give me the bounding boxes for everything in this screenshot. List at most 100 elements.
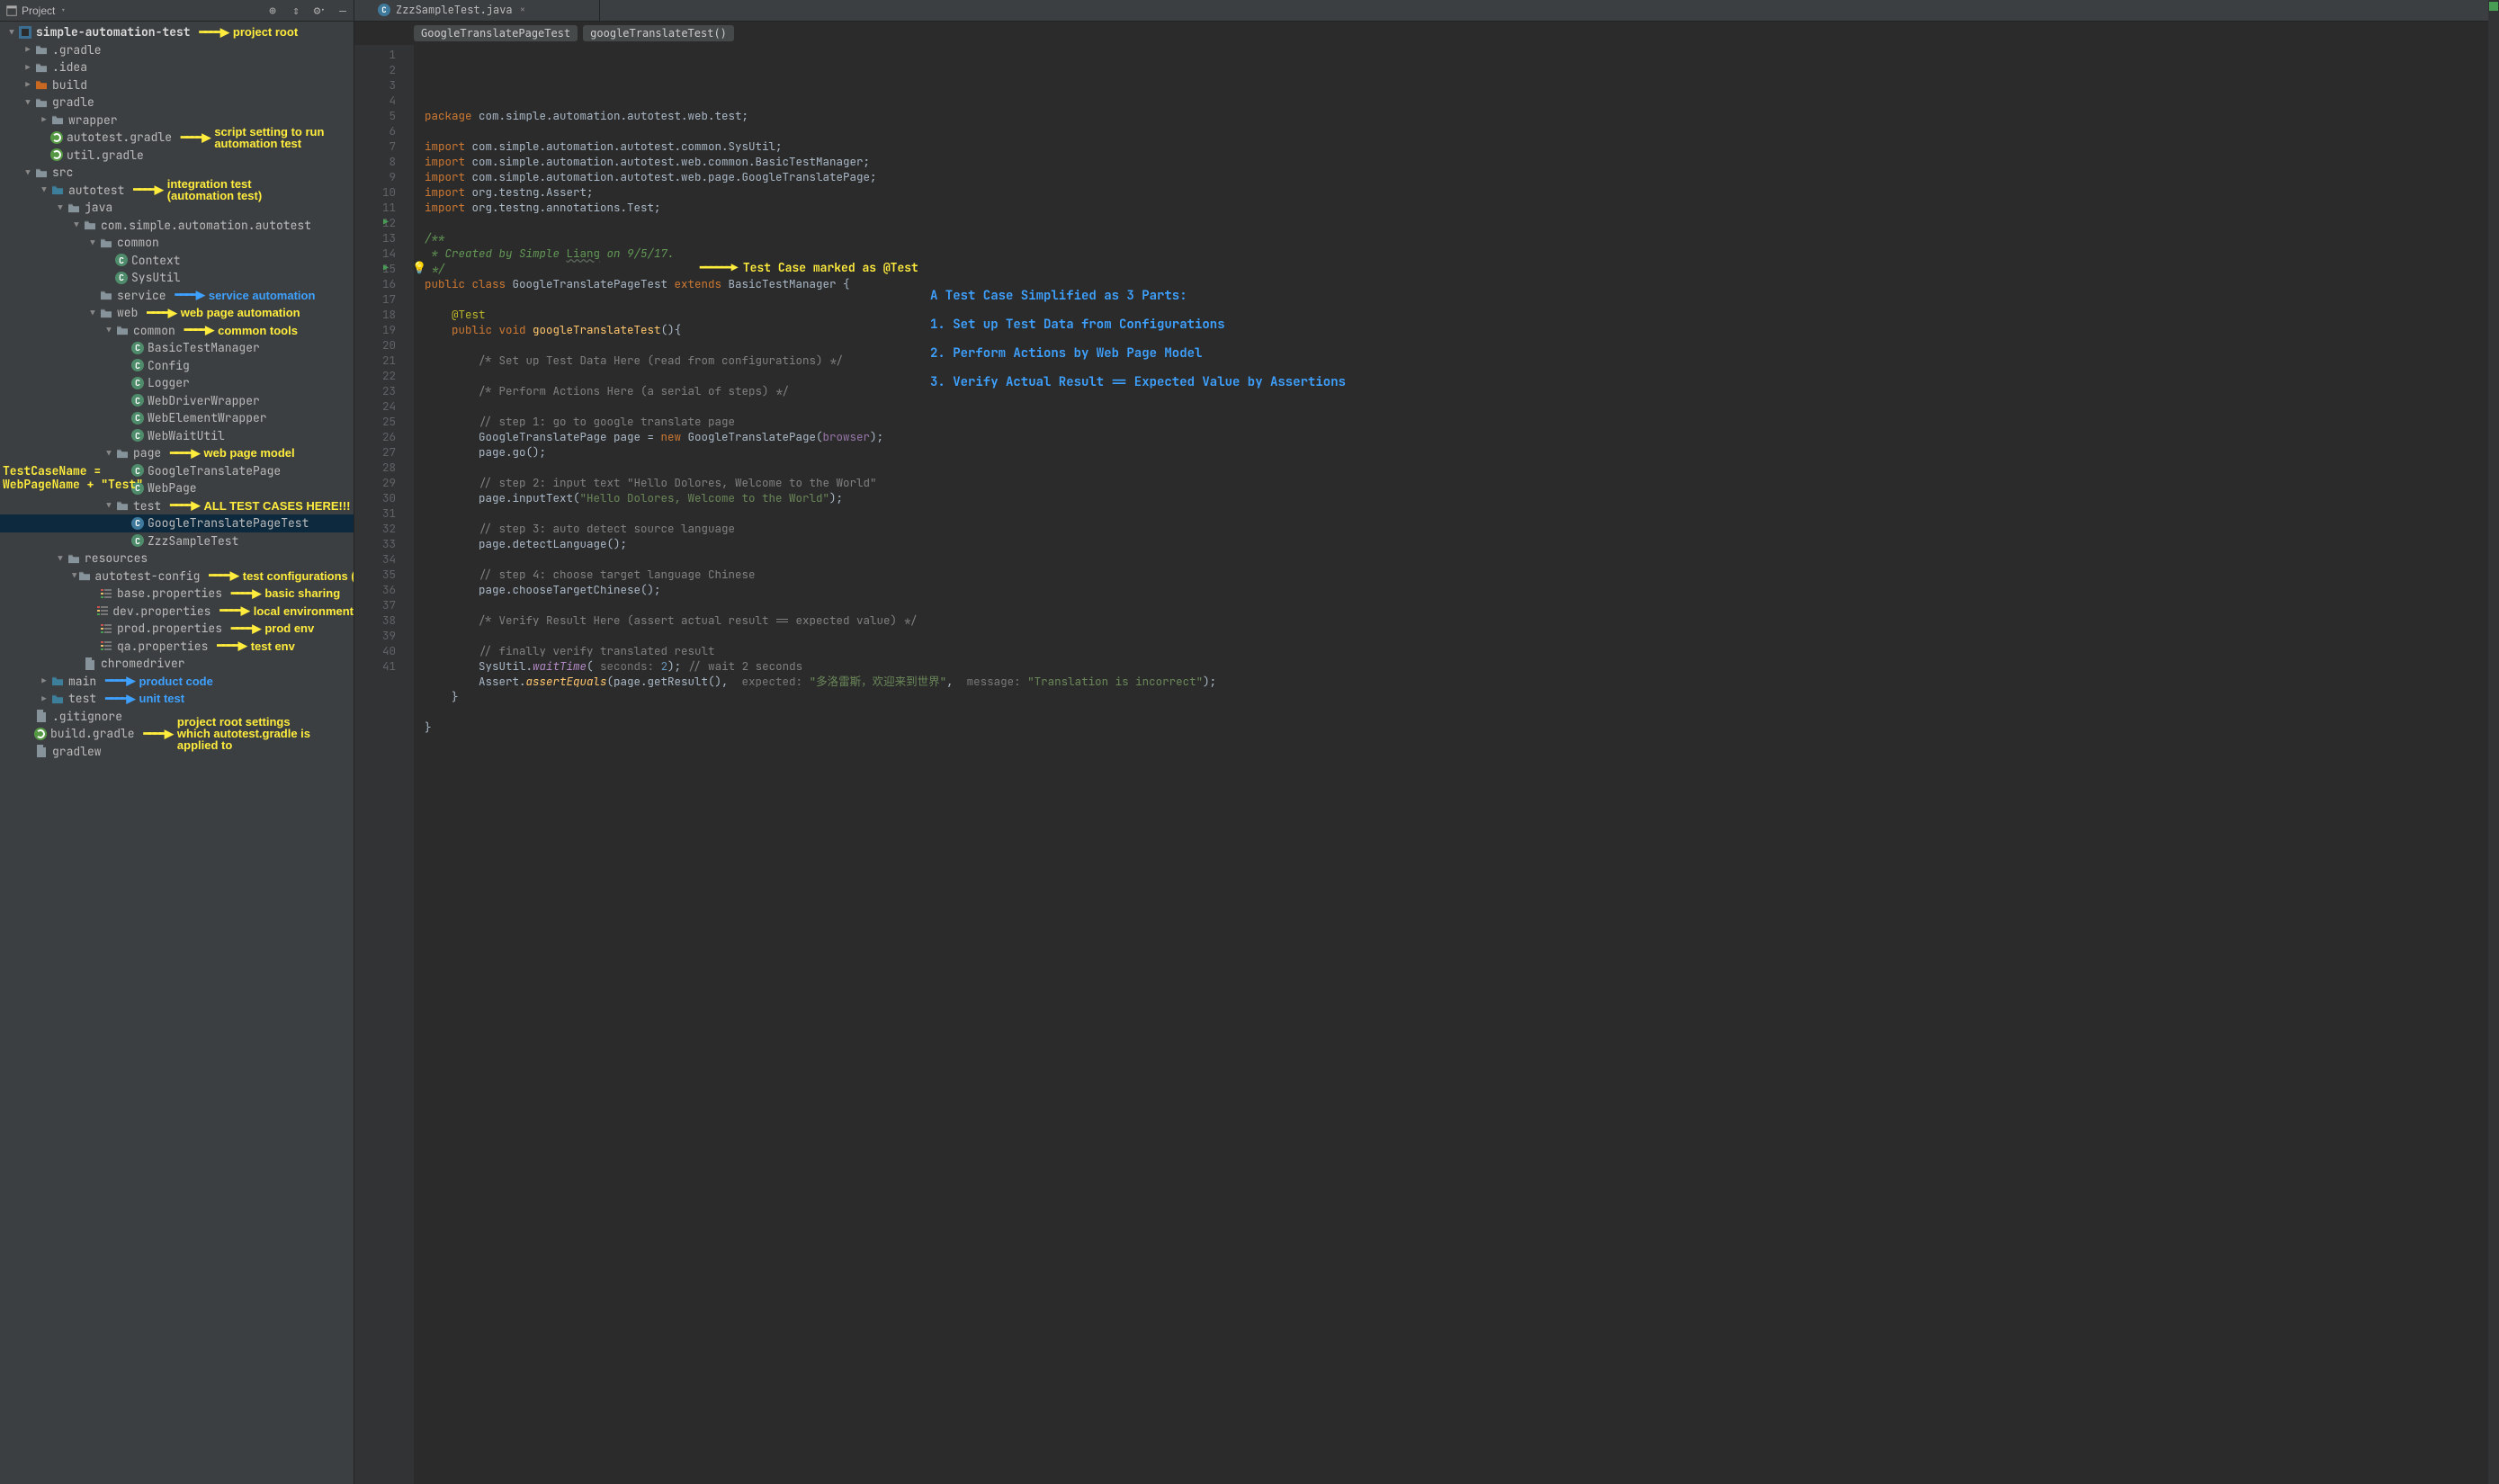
breadcrumb-class[interactable]: GoogleTranslatePageTest [414,25,578,41]
code-text[interactable]: 💡 package com.simple.automation.autotest… [414,45,2499,1484]
tree-item[interactable]: page━━━━▶web page model [0,444,354,462]
tree-item[interactable]: autotest.gradle━━━━▶script setting to ru… [0,129,354,147]
tree-item[interactable]: .gradle [0,41,354,59]
tree-item[interactable]: dev.properties━━━━▶local environment [0,603,354,621]
tree-item[interactable]: chromedriver [0,655,354,673]
folder-icon [34,42,49,57]
tree-arrow-icon[interactable] [72,570,76,581]
annotation-text: test env [251,639,295,653]
annotation-text: unit test [139,692,185,705]
project-panel-title: Project [22,4,55,17]
tree-arrow-icon[interactable] [88,308,97,318]
tree-item[interactable]: CContext [0,252,354,270]
editor-tab[interactable]: CZzzSampleTest.java× [369,0,600,21]
tree-item[interactable]: simple-automation-test━━━━▶project root [0,23,354,41]
file-icon [34,709,49,723]
tree-arrow-icon[interactable] [23,97,32,108]
project-tree[interactable]: simple-automation-test━━━━▶project root.… [0,23,354,760]
tree-item[interactable]: web━━━━▶web page automation [0,304,354,322]
tree-arrow-icon[interactable] [56,553,65,564]
tree-item[interactable]: .idea [0,58,354,76]
code-editor[interactable]: 1234567891011121314151617181920212223242… [354,45,2499,1484]
tree-item[interactable]: main━━━━▶product code [0,673,354,691]
class-icon: C [131,377,144,389]
tree-arrow-icon[interactable] [72,219,81,230]
tree-arrow-icon[interactable] [40,693,49,704]
tree-arrow-icon[interactable] [23,79,32,90]
tree-arrow-icon[interactable] [40,675,49,686]
tree-item-label: java [85,200,112,215]
class-icon: C [131,482,144,495]
tree-item[interactable]: CWebWaitUtil [0,427,354,445]
tree-item[interactable]: build.gradle━━━━▶project root settings w… [0,725,354,743]
tree-arrow-icon[interactable] [23,44,32,55]
tree-item[interactable]: CConfig [0,357,354,375]
intention-bulb-icon[interactable]: 💡 [412,260,426,275]
tree-item[interactable]: service━━━━▶service automation [0,287,354,305]
tree-item-label: web [117,305,138,320]
annotation-arrow-icon: ━━━━▶ [170,446,198,460]
tree-item-label: WebPage [148,480,197,496]
folder-icon [83,218,97,232]
tree-item[interactable]: test━━━━▶ALL TEST CASES HERE!!! [0,497,354,515]
tree-item-label: SysUtil [131,270,181,285]
tree-item[interactable]: CGoogleTranslatePageTest [0,514,354,532]
tree-item[interactable]: com.simple.automation.autotest [0,217,354,235]
tree-arrow-icon[interactable] [56,202,65,213]
tree-arrow-icon[interactable] [104,325,113,335]
folder-icon [34,165,49,180]
tree-item[interactable]: CZzzSampleTest [0,532,354,550]
tree-item[interactable]: gradle [0,94,354,112]
tree-arrow-icon[interactable] [23,167,32,178]
collapse-icon[interactable]: ⇕ [288,3,304,19]
tree-item-label: build.gradle [50,726,135,741]
tree-item-label: Logger [148,375,190,390]
error-stripe[interactable] [2488,0,2499,1484]
tree-item[interactable]: qa.properties━━━━▶test env [0,638,354,656]
tree-arrow-icon[interactable] [7,27,16,38]
source-folder-icon [50,692,65,706]
tree-arrow-icon[interactable] [104,500,113,511]
tree-arrow-icon[interactable] [88,237,97,248]
gutter[interactable]: 1234567891011121314151617181920212223242… [354,45,405,1484]
class-icon: C [131,429,144,442]
hide-icon[interactable]: ‒ [335,3,351,19]
tree-item[interactable]: CSysUtil [0,269,354,287]
java-file-icon: C [378,4,390,16]
tree-item[interactable]: autotest━━━━▶integration test (automatio… [0,182,354,200]
annotation-arrow-icon: ━━━━▶ [209,568,237,583]
tree-item[interactable]: build [0,76,354,94]
tree-item[interactable]: common━━━━▶common tools [0,322,354,340]
annotation-text: web page model [204,446,295,460]
tree-arrow-icon[interactable] [23,62,32,73]
tree-item[interactable]: C WebPage [0,479,354,497]
tree-item-label: main [68,674,96,689]
tree-item-label: com.simple.automation.autotest [101,218,311,233]
target-icon[interactable]: ⊕ [264,3,281,19]
tree-arrow-icon[interactable] [40,114,49,125]
tree-item[interactable]: test━━━━▶unit test [0,690,354,708]
tree-item[interactable]: resources [0,550,354,568]
annotation-arrow-icon: ━━━━▶ [144,727,172,741]
run-test-icon[interactable]: ▶ [383,262,389,273]
tree-item-label: autotest [68,183,124,198]
tree-item[interactable]: base.properties━━━━▶basic sharing [0,585,354,603]
breadcrumb-method[interactable]: googleTranslateTest() [583,25,734,41]
tree-item[interactable]: autotest-config━━━━▶test configurations … [0,568,354,586]
tree-item[interactable]: CWebElementWrapper [0,409,354,427]
tree-item[interactable]: common [0,234,354,252]
close-icon[interactable]: × [520,4,526,16]
tree-item[interactable]: CWebDriverWrapper [0,392,354,410]
folder-icon [99,236,113,250]
tree-item[interactable]: prod.properties━━━━▶prod env [0,620,354,638]
annotation-arrow-icon: ━━━━▶ [184,323,212,337]
project-icon [5,4,18,17]
tree-item[interactable]: C Logger [0,374,354,392]
tree-arrow-icon[interactable] [40,184,49,195]
tree-arrow-icon[interactable] [104,448,113,459]
tree-item[interactable]: CBasicTestManager [0,339,354,357]
run-class-icon[interactable]: ▶ [383,216,389,228]
tree-item[interactable]: CGoogleTranslatePage [0,462,354,480]
gear-icon[interactable]: ⚙▾ [311,3,327,19]
dropdown-icon[interactable]: ▾ [60,4,66,16]
